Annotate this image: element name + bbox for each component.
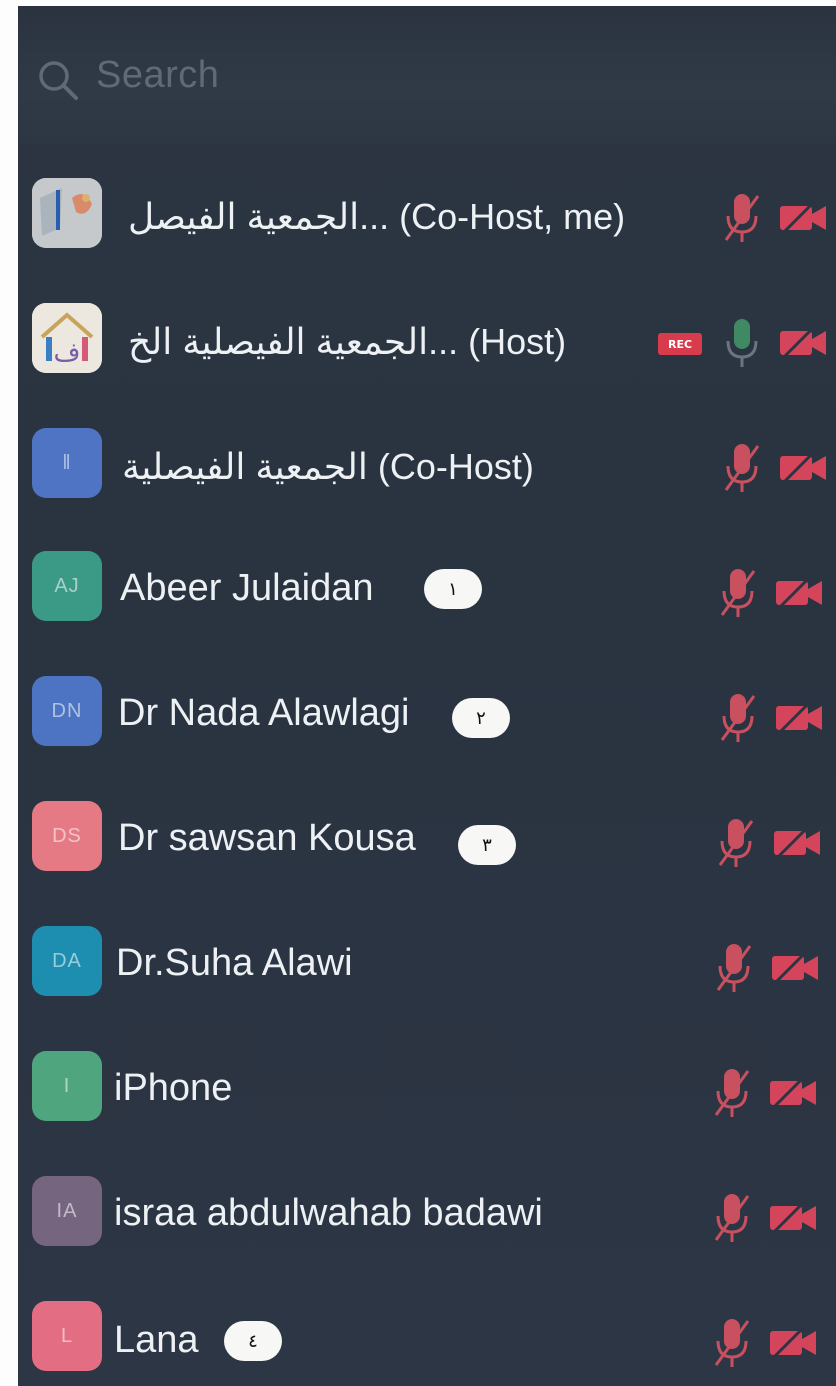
- camera-off-icon[interactable]: [768, 1323, 818, 1363]
- participant-row[interactable]: ‖ الجمعية الفيصلية (Co-Host): [18, 406, 836, 526]
- recording-badge: REC: [658, 333, 702, 355]
- camera-off-icon[interactable]: [778, 323, 828, 363]
- avatar: DN: [32, 676, 102, 746]
- camera-off-icon[interactable]: [772, 823, 822, 863]
- participant-row[interactable]: DS Dr sawsan Kousa ٣: [18, 781, 836, 901]
- camera-off-icon[interactable]: [778, 448, 828, 488]
- avatar: AJ: [32, 551, 102, 621]
- mic-muted-icon[interactable]: [712, 1065, 752, 1121]
- participant-name: israa abdulwahab badawi: [114, 1192, 543, 1234]
- avatar: ف: [32, 303, 102, 373]
- camera-off-icon[interactable]: [774, 573, 824, 613]
- participants-panel: Search الجمعية الفيصل... (Co-Host, me) ف…: [18, 6, 836, 1386]
- participant-row[interactable]: IA israa abdulwahab badawi: [18, 1156, 836, 1276]
- participant-name: Abeer Julaidan: [120, 567, 374, 609]
- search-bar[interactable]: Search: [18, 6, 836, 144]
- avatar: DS: [32, 801, 102, 871]
- participant-name: الجمعية الفيصلية (Co-Host): [122, 446, 534, 487]
- organization-logo-icon: [32, 178, 102, 248]
- participant-name: الجمعية الفيصلية الخ... (Host): [128, 321, 567, 362]
- annotation-badge: ٢: [452, 698, 510, 738]
- participant-row[interactable]: الجمعية الفيصل... (Co-Host, me): [18, 156, 836, 276]
- avatar: I: [32, 1051, 102, 1121]
- search-icon: [39, 61, 78, 100]
- participant-name: الجمعية الفيصل... (Co-Host, me): [128, 196, 626, 237]
- participant-row[interactable]: DN Dr Nada Alawlagi ٢: [18, 656, 836, 776]
- participant-name: Dr sawsan Kousa: [118, 817, 416, 859]
- svg-text:ف: ف: [54, 338, 81, 368]
- mic-muted-icon[interactable]: [712, 1315, 752, 1371]
- mic-muted-icon[interactable]: [714, 940, 754, 996]
- annotation-badge: ٤: [224, 1321, 282, 1361]
- mic-muted-icon[interactable]: [712, 1190, 752, 1246]
- annotation-badge: ٣: [458, 825, 516, 865]
- mic-muted-icon[interactable]: [722, 190, 762, 246]
- mic-muted-icon[interactable]: [716, 815, 756, 871]
- participant-row[interactable]: L Lana ٤: [18, 1281, 836, 1386]
- avatar: IA: [32, 1176, 102, 1246]
- camera-off-icon[interactable]: [778, 198, 828, 238]
- mic-muted-icon[interactable]: [718, 690, 758, 746]
- participant-name: iPhone: [114, 1067, 233, 1109]
- camera-off-icon[interactable]: [768, 1198, 818, 1238]
- search-input[interactable]: Search: [96, 54, 219, 97]
- participant-name: Dr Nada Alawlagi: [118, 692, 410, 734]
- avatar: [32, 178, 102, 248]
- camera-off-icon[interactable]: [770, 948, 820, 988]
- participant-row[interactable]: ف الجمعية الفيصلية الخ... (Host) REC: [18, 281, 836, 401]
- participant-name: Dr.Suha Alawi: [116, 942, 353, 984]
- avatar: DA: [32, 926, 102, 996]
- mic-muted-icon[interactable]: [722, 440, 762, 496]
- camera-off-icon[interactable]: [774, 698, 824, 738]
- mic-on-icon[interactable]: [722, 315, 762, 371]
- participant-row[interactable]: AJ Abeer Julaidan ١: [18, 531, 836, 651]
- camera-off-icon[interactable]: [768, 1073, 818, 1113]
- avatar: ‖: [32, 428, 102, 498]
- organization-logo-icon: ف: [32, 303, 102, 373]
- participant-row[interactable]: I iPhone: [18, 1031, 836, 1151]
- participant-row[interactable]: DA Dr.Suha Alawi: [18, 906, 836, 1026]
- avatar: L: [32, 1301, 102, 1371]
- annotation-badge: ١: [424, 569, 482, 609]
- mic-muted-icon[interactable]: [718, 565, 758, 621]
- participant-name: Lana: [114, 1319, 199, 1361]
